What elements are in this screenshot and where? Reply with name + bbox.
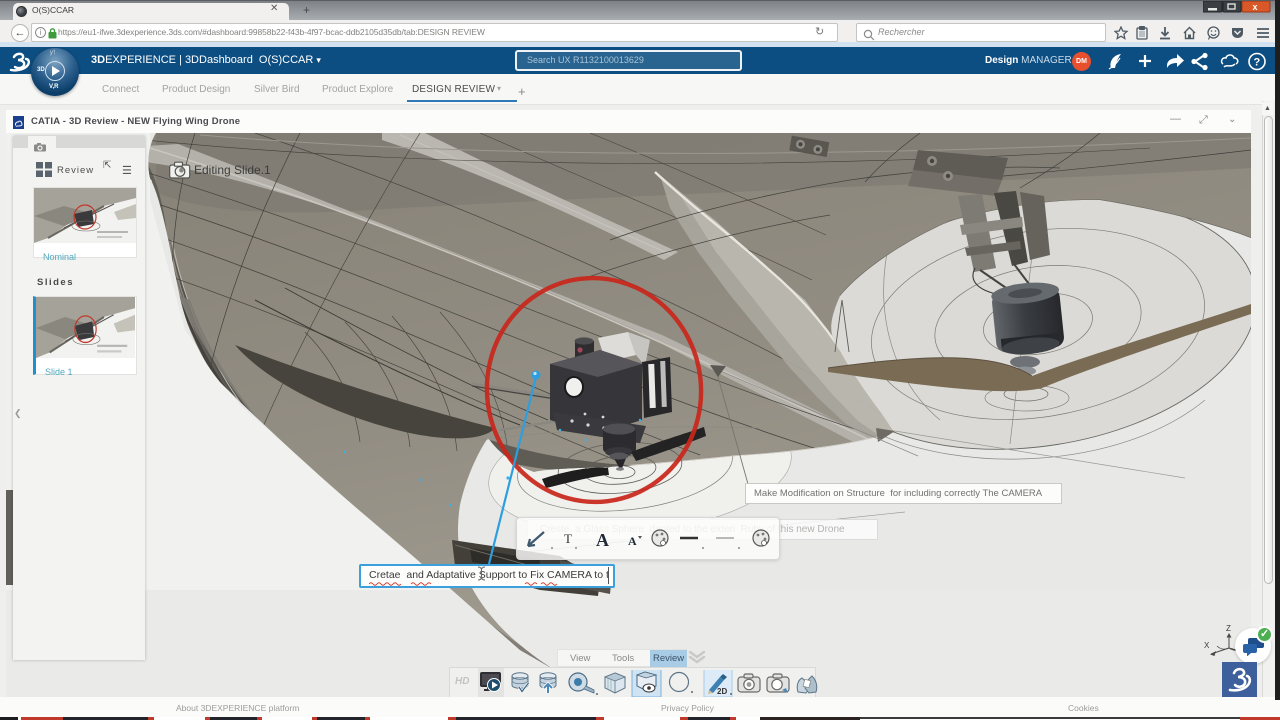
- svg-text:A: A: [596, 530, 609, 550]
- svg-text:Z: Z: [1226, 624, 1231, 633]
- svg-text:T: T: [564, 531, 572, 546]
- svg-text:2D: 2D: [717, 687, 727, 696]
- svg-text:A: A: [628, 534, 637, 548]
- svg-text:?: ?: [1254, 57, 1261, 69]
- svg-text:X: X: [1204, 641, 1210, 650]
- svg-text:x: x: [1252, 2, 1257, 12]
